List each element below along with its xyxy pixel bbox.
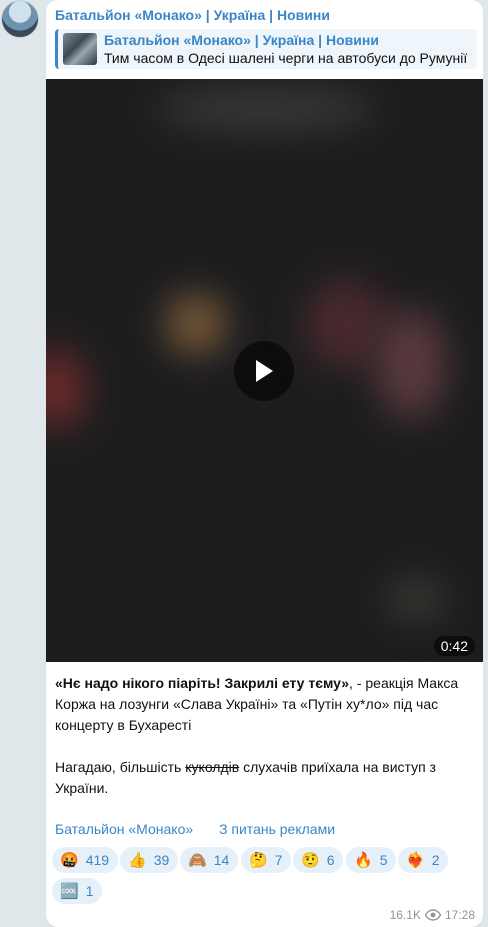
blur-shape [386,579,446,619]
reaction-pill[interactable]: 🤨 6 [293,847,344,873]
message-meta: 16.1K 17:28 [390,908,475,922]
message-paragraph-2: Нагадаю, більшість куколдів слухачів при… [55,757,475,799]
reaction-emoji-icon: 🔥 [354,852,373,869]
forwarded-preview[interactable]: Батальйон «Монако» | Україна | Новини Ти… [55,29,477,69]
reaction-emoji-icon: 👍 [128,852,147,869]
reaction-count: 2 [431,852,440,868]
message-time: 17:28 [444,908,475,922]
reaction-emoji-icon: ❤‍🔥 [406,852,425,869]
reaction-count: 1 [85,883,94,899]
reaction-count: 6 [326,852,335,868]
reaction-emoji-icon: 🙈 [188,852,207,869]
blur-shape [46,349,86,429]
reaction-pill[interactable]: 🆒 1 [52,878,103,904]
sender-name[interactable]: Батальйон «Монако» | Україна | Новини [55,7,330,23]
eye-icon [424,909,441,921]
footer-links: Батальйон «Монако» З питань реклами [55,821,335,837]
strikethrough-word: куколдів [185,759,240,775]
reaction-pill[interactable]: 🤬 419 [52,847,119,873]
play-button[interactable] [234,341,294,401]
reaction-count: 5 [379,852,388,868]
reaction-count: 419 [85,852,110,868]
paragraph-2-start: Нагадаю, більшість [55,759,186,775]
channel-link[interactable]: Батальйон «Монако» [55,821,193,837]
reaction-pill[interactable]: 🤔 7 [241,847,292,873]
reaction-pill[interactable]: 🔥 5 [346,847,397,873]
reaction-count: 14 [213,852,230,868]
ads-link[interactable]: З питань реклами [219,821,335,837]
reaction-emoji-icon: 🆒 [60,883,79,900]
forwarded-text: Тим часом в Одесі шалені черги на автобу… [104,50,468,66]
bold-quote: «Нє надо нікого піаріть! Закрилі ету тєм… [55,675,350,691]
reaction-pill[interactable]: ❤‍🔥 2 [398,847,449,873]
message-paragraph-1: «Нє надо нікого піаріть! Закрилі ету тєм… [55,673,475,736]
forwarded-title: Батальйон «Монако» | Україна | Новини [104,32,379,48]
reaction-count: 39 [153,852,170,868]
video-duration: 0:42 [433,636,475,656]
blur-shape [306,279,386,369]
message-text: «Нє надо нікого піаріть! Закрилі ету тєм… [55,673,475,799]
reaction-count: 7 [274,852,283,868]
blur-shape [156,89,376,129]
view-count: 16.1K [389,908,421,922]
reaction-emoji-icon: 🤔 [249,852,268,869]
message-bubble: Батальйон «Монако» | Україна | Новини Ба… [46,0,483,927]
video-player[interactable]: 0:42 [46,79,483,662]
play-icon [256,360,273,382]
forwarded-thumbnail [63,33,97,65]
channel-avatar[interactable] [1,0,39,38]
reaction-pill[interactable]: 👍 39 [120,847,179,873]
reaction-emoji-icon: 🤬 [60,852,79,869]
blur-shape [166,294,226,354]
reaction-pill[interactable]: 🙈 14 [180,847,239,873]
blur-shape [376,309,446,419]
reaction-emoji-icon: 🤨 [301,852,320,869]
